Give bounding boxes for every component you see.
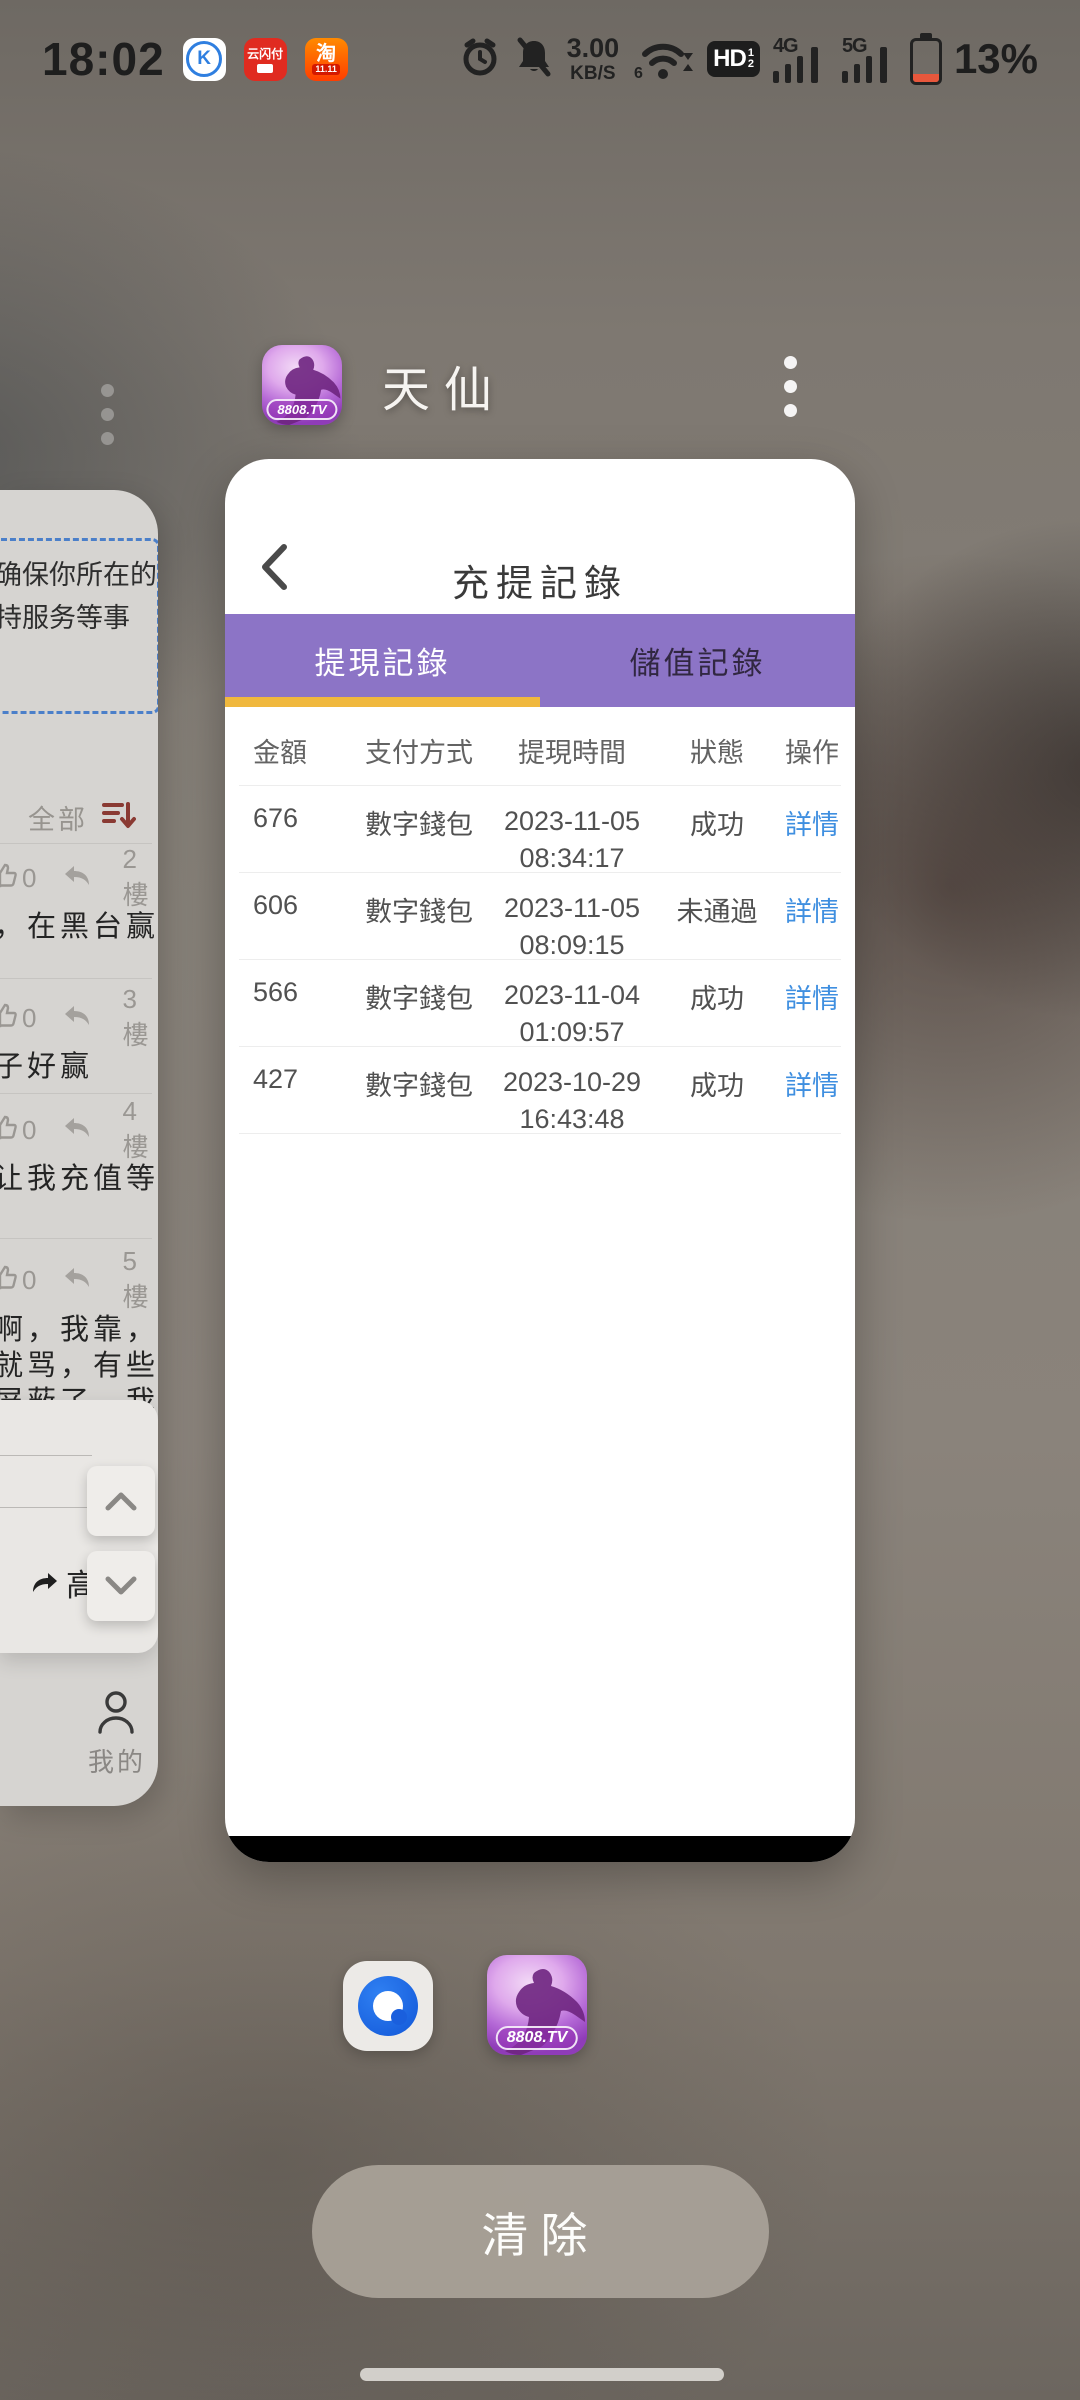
nav-label-mine[interactable]: 我的 (88, 1742, 146, 1779)
signal-4g-icon: 4G (773, 35, 829, 83)
quark-logo-icon (358, 1976, 418, 2036)
signal-5g-icon: 5G (842, 35, 898, 83)
battery-icon (911, 33, 941, 85)
battery-percent: 13% (954, 35, 1038, 83)
svg-text:6: 6 (634, 65, 643, 80)
tab-deposit-records[interactable]: 儲值記錄 (540, 614, 855, 707)
table-row: 606 數字錢包 2023-11-0508:09:15 未通過 詳情 (225, 873, 855, 959)
comment-text: 子好赢 (0, 1043, 93, 1085)
tab-bar: 提現記錄 儲值記錄 (225, 614, 855, 707)
status-text: 成功 (657, 960, 777, 1016)
detail-link[interactable]: 詳情 (777, 873, 847, 929)
task-switcher-screen: 18:02 K 云闪付 淘11.11 3.00 KB/S 6 (0, 0, 1080, 2400)
keep-notification-icon: K (183, 38, 226, 81)
share-arrow-icon (30, 1570, 60, 1596)
home-indicator[interactable] (360, 2368, 724, 2381)
comment-meta: 0 4樓 (0, 1113, 158, 1147)
clear-all-button[interactable]: 清除 (312, 2165, 769, 2298)
tab-withdraw-records[interactable]: 提現記錄 (225, 614, 540, 707)
app-nav-black-strip (225, 1836, 855, 1862)
detail-link[interactable]: 詳情 (777, 1047, 847, 1103)
sort-icon[interactable] (102, 800, 136, 835)
comment-meta: 0 3樓 (0, 1001, 158, 1035)
comment-text: 让我充值等 (0, 1155, 158, 1197)
records-table: 金額 支付方式 提現時間 狀態 操作 676 數字錢包 2023-11-0508… (225, 707, 855, 1134)
left-card-menu-dots[interactable] (101, 384, 114, 445)
comment-meta: 0 2樓 (0, 861, 158, 895)
page-title: 充提記錄 (225, 553, 855, 607)
reply-icon[interactable] (62, 863, 92, 894)
like-icon[interactable] (0, 1002, 18, 1035)
comments-filter-row: 全部 (0, 790, 158, 842)
dock-icon-8808tv[interactable]: 8808.TV (487, 1955, 587, 2055)
app-header: 8808.TV 天仙 (262, 345, 506, 425)
app-task-card[interactable]: 充提記錄 提現記錄 儲值記錄 金額 支付方式 提現時間 狀態 操作 676 數字… (225, 459, 855, 1862)
detail-link[interactable]: 詳情 (777, 786, 847, 842)
clock: 18:02 (42, 32, 165, 86)
dock-icon-quark[interactable] (343, 1961, 433, 2051)
reply-icon[interactable] (62, 1265, 92, 1296)
status-text: 未通過 (657, 873, 777, 929)
mute-bell-icon (514, 36, 554, 83)
table-row: 427 數字錢包 2023-10-2916:43:48 成功 詳情 (225, 1047, 855, 1133)
wifi-icon: 6 (632, 34, 694, 85)
floor-label: 5樓 (122, 1246, 158, 1314)
volte-hd-icon: HD 12 (707, 41, 760, 77)
comment-text: ，在黑台赢 (0, 903, 158, 945)
reply-icon[interactable] (62, 1115, 92, 1146)
network-speed: 3.00 KB/S (567, 35, 620, 83)
detail-link[interactable]: 詳情 (777, 960, 847, 1016)
person-icon[interactable] (96, 1690, 136, 1741)
like-icon[interactable] (0, 1114, 18, 1147)
active-tab-underline (225, 697, 540, 707)
app-title: 天仙 (382, 350, 506, 420)
taobao-notification-icon: 淘11.11 (305, 38, 348, 81)
reply-icon[interactable] (62, 1003, 92, 1034)
scroll-down-button[interactable] (87, 1551, 155, 1621)
alarm-icon (459, 36, 501, 83)
page-titlebar: 充提記錄 (225, 459, 855, 614)
filter-all[interactable]: 全部 (28, 798, 88, 837)
unionpay-notification-icon: 云闪付 (244, 38, 287, 81)
bottom-nav: 我的 (0, 1686, 158, 1796)
status-bar: 18:02 K 云闪付 淘11.11 3.00 KB/S 6 (0, 20, 1080, 98)
left-task-card[interactable]: 确保你所在的 持服务等事 全部 0 2樓 ，在黑台赢 0 3樓 子好赢 (0, 490, 158, 1806)
floor-label: 2樓 (122, 844, 158, 912)
app-icon-8808tv[interactable]: 8808.TV (262, 345, 342, 425)
like-icon[interactable] (0, 1264, 18, 1297)
comment-meta: 0 5樓 (0, 1263, 158, 1297)
table-row: 676 數字錢包 2023-11-0508:34:17 成功 詳情 (225, 786, 855, 872)
notice-dashed-box: 确保你所在的 持服务等事 (0, 538, 158, 714)
status-text: 成功 (657, 1047, 777, 1103)
floor-label: 4樓 (122, 1096, 158, 1164)
status-text: 成功 (657, 786, 777, 842)
table-header: 金額 支付方式 提現時間 狀態 操作 (225, 707, 855, 785)
like-icon[interactable] (0, 862, 18, 895)
app-card-menu-dots[interactable] (784, 356, 797, 417)
table-row: 566 數字錢包 2023-11-0401:09:57 成功 詳情 (225, 960, 855, 1046)
scroll-up-button[interactable] (87, 1466, 155, 1536)
floor-label: 3樓 (122, 984, 158, 1052)
